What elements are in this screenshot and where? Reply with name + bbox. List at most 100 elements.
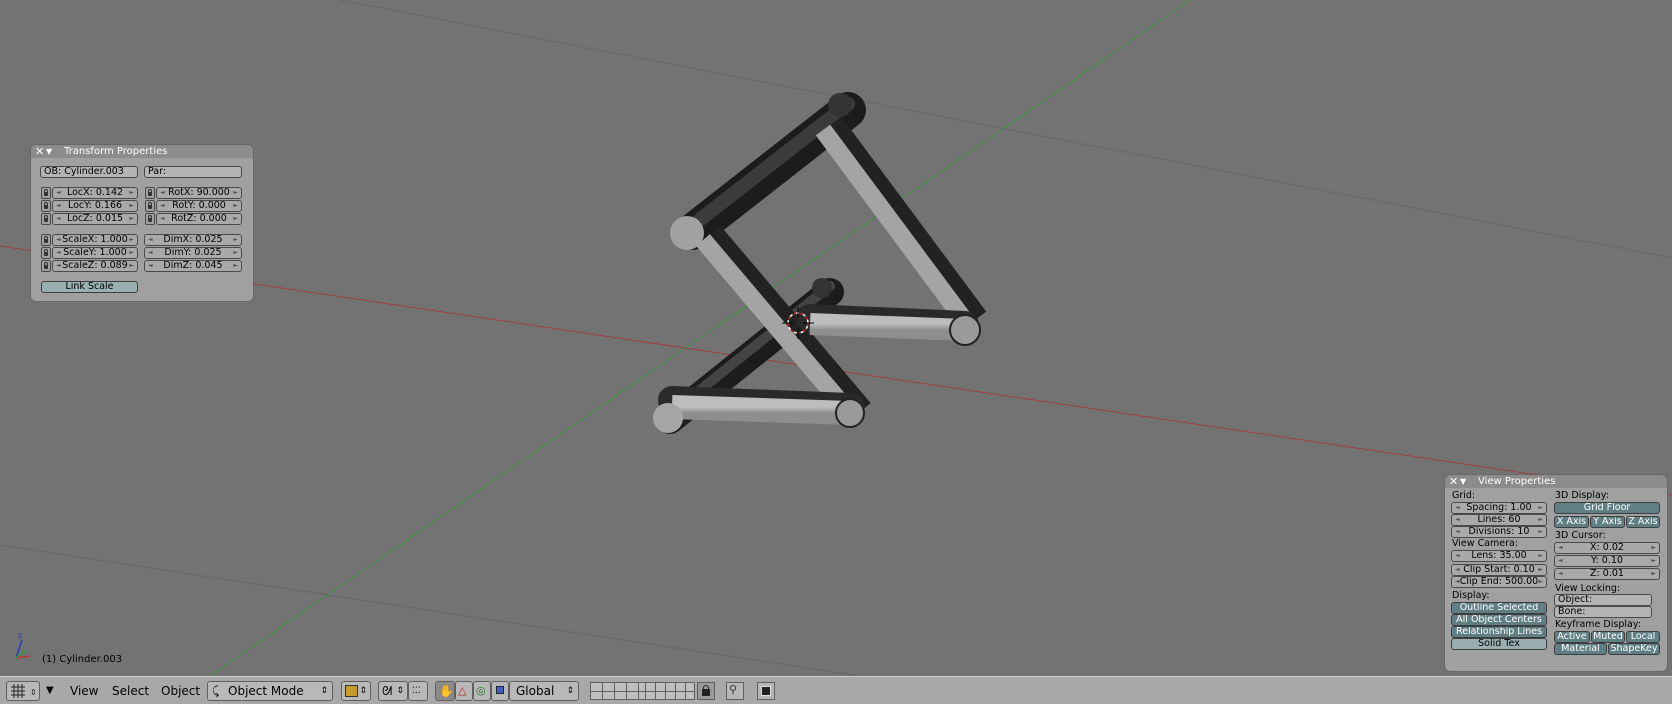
outline-selected-toggle[interactable]: Outline Selected: [1451, 602, 1547, 614]
lock-icon[interactable]: [145, 200, 155, 212]
cylinder-object: [653, 92, 987, 434]
panel-titlebar[interactable]: ✕ ▼ Transform Properties: [31, 145, 253, 158]
collapse-triangle-icon[interactable]: ▼: [1460, 475, 1466, 488]
render-preview-icon[interactable]: [757, 682, 775, 700]
rotate-manipulator-button[interactable]: ◎: [473, 681, 491, 701]
lock-icon[interactable]: [41, 260, 51, 272]
lock-icon[interactable]: [41, 187, 51, 199]
clip-start-field[interactable]: ◄ Clip Start: 0.10 ►: [1451, 564, 1547, 576]
scale-manipulator-button[interactable]: [491, 681, 509, 701]
keyframe-local-toggle[interactable]: Local: [1626, 631, 1660, 643]
z-axis-toggle[interactable]: Z Axis: [1626, 516, 1660, 528]
view-camera-label: View Camera:: [1452, 538, 1519, 549]
grid-line: [0, 544, 861, 676]
layer-buttons-group-2[interactable]: [645, 682, 695, 700]
close-icon[interactable]: ✕: [35, 145, 44, 158]
menu-select[interactable]: Select: [112, 683, 149, 699]
x-axis-toggle[interactable]: X Axis: [1554, 516, 1589, 528]
parent-field[interactable]: Par:: [144, 166, 242, 178]
lock-icon[interactable]: [41, 213, 51, 225]
all-object-centers-toggle[interactable]: All Object Centers: [1451, 614, 1547, 626]
menu-object[interactable]: Object: [161, 683, 200, 699]
draw-type-selector[interactable]: ⇕: [341, 681, 371, 701]
3d-cursor-label: 3D Cursor:: [1555, 530, 1606, 541]
lock-icon[interactable]: [145, 187, 155, 199]
dimy-field[interactable]: ◄ DimY: 0.025 ►: [144, 247, 242, 259]
grid-spacing-field[interactable]: ◄ Spacing: 1.00 ►: [1451, 502, 1547, 514]
panel-title: View Properties: [1478, 476, 1556, 487]
cursor-z-field[interactable]: ◄ Z: 0.01 ►: [1554, 568, 1660, 580]
hand-icon: ✋: [439, 684, 454, 698]
locy-field[interactable]: ◄ LocY: 0.166 ►: [52, 200, 138, 212]
locx-field[interactable]: ◄ LocX: 0.142 ►: [52, 187, 138, 199]
svg-text:z: z: [18, 631, 22, 640]
grid-divisions-field[interactable]: ◄ Divisions: 10 ►: [1451, 526, 1547, 538]
snap-toggle[interactable]: ⁚⁚⁚: [408, 681, 428, 701]
panel-title: Transform Properties: [64, 146, 168, 157]
cursor-y-field[interactable]: ◄ Y: 0.10 ►: [1554, 555, 1660, 567]
menu-view[interactable]: View: [70, 683, 98, 699]
3d-view-header: ⇕ ▼ View Select Object ⤹ Object Mode ⇕ ⇕…: [0, 676, 1672, 704]
chevron-updown-icon: ⇕: [359, 686, 367, 696]
editor-type-button[interactable]: ⇕: [6, 681, 40, 701]
header-collapse-icon[interactable]: ▼: [46, 683, 54, 699]
rotz-field[interactable]: ◄ RotZ: 0.000 ►: [156, 213, 242, 225]
triangle-icon: △: [458, 684, 467, 697]
lock-icon[interactable]: [41, 234, 51, 246]
lock-layers-icon[interactable]: [697, 682, 715, 700]
transform-properties-panel[interactable]: ✕ ▼ Transform Properties OB: Cylinder.00…: [31, 145, 253, 301]
grid-floor-toggle[interactable]: Grid Floor: [1554, 502, 1660, 514]
dimz-field[interactable]: ◄ DimZ: 0.045 ►: [144, 260, 242, 272]
orientation-selector[interactable]: Global ⇕: [509, 681, 579, 701]
pivot-icon: ᘛ: [382, 684, 393, 698]
lock-icon[interactable]: [41, 200, 51, 212]
keyframe-muted-toggle[interactable]: Muted: [1591, 631, 1625, 643]
chevron-updown-icon: ⇕: [566, 686, 574, 696]
link-scale-button[interactable]: Link Scale: [41, 281, 138, 293]
lock-bone-field[interactable]: Bone:: [1554, 606, 1652, 618]
y-axis-line: [209, 0, 1191, 676]
scalex-field[interactable]: ◄ ScaleX: 1.000 ►: [52, 234, 138, 246]
pivot-selector[interactable]: ᘛ ⇕: [378, 681, 408, 701]
view-properties-panel[interactable]: ✕ ▼ View Properties Grid: ◄ Spacing: 1.00…: [1445, 475, 1667, 671]
mode-selector[interactable]: ⤹ Object Mode ⇕: [207, 681, 333, 701]
scene-canvas[interactable]: z: [0, 0, 1672, 676]
object-name-field[interactable]: OB: Cylinder.003: [40, 166, 138, 178]
translate-manipulator-button[interactable]: △: [455, 681, 473, 701]
collapse-triangle-icon[interactable]: ▼: [46, 145, 52, 158]
lens-field[interactable]: ◄ Lens: 35.00 ►: [1451, 550, 1547, 562]
3d-viewport[interactable]: z (1) Cylinder.003 ✕ ▼ Transform Propert…: [0, 0, 1672, 676]
dimx-field[interactable]: ◄ DimX: 0.025 ►: [144, 234, 242, 246]
view-locking-label: View Locking:: [1555, 583, 1621, 594]
lock-icon[interactable]: [145, 213, 155, 225]
y-axis-toggle[interactable]: Y Axis: [1590, 516, 1625, 528]
grid-line: [339, 0, 1672, 259]
lock-icon[interactable]: [41, 247, 51, 259]
keyframe-shapekey-toggle[interactable]: ShapeKey: [1608, 643, 1660, 655]
object-mode-icon: ⤹: [212, 684, 220, 698]
panel-titlebar[interactable]: ✕ ▼ View Properties: [1445, 475, 1667, 488]
dots-icon: ⁚⁚⁚: [412, 686, 421, 696]
display-label: Display:: [1452, 590, 1490, 601]
lock-object-field[interactable]: Object:: [1554, 594, 1652, 606]
scalez-field[interactable]: ◄ ScaleZ: 0.089 ►: [52, 260, 138, 272]
scaley-field[interactable]: ◄ ScaleY: 1.000 ►: [52, 247, 138, 259]
manipulator-toggle[interactable]: ✋: [435, 681, 455, 701]
solid-tex-toggle[interactable]: Solid Tex: [1451, 638, 1547, 650]
locz-field[interactable]: ◄ LocZ: 0.015 ►: [52, 213, 138, 225]
cursor-x-field[interactable]: ◄ X: 0.02 ►: [1554, 542, 1660, 554]
layer-buttons-group-1[interactable]: [590, 682, 650, 700]
rotx-field[interactable]: ◄ RotX: 90.000 ►: [156, 187, 242, 199]
link-icon[interactable]: ⚲: [726, 682, 744, 700]
roty-field[interactable]: ◄ RotY: 0.000 ►: [156, 200, 242, 212]
clip-end-field[interactable]: ◄ Clip End: 500.00 ►: [1451, 576, 1547, 588]
keyframe-display-label: Keyframe Display:: [1555, 619, 1641, 630]
ring-icon: ◎: [476, 684, 486, 697]
keyframe-active-toggle[interactable]: Active: [1554, 631, 1590, 643]
chevron-updown-icon: ⇕: [320, 686, 328, 696]
grid-label: Grid:: [1452, 490, 1476, 501]
relationship-lines-toggle[interactable]: Relationship Lines: [1451, 626, 1547, 638]
keyframe-material-toggle[interactable]: Material: [1554, 643, 1607, 655]
grid-lines-field[interactable]: ◄ Lines: 60 ►: [1451, 514, 1547, 526]
close-icon[interactable]: ✕: [1449, 475, 1458, 488]
